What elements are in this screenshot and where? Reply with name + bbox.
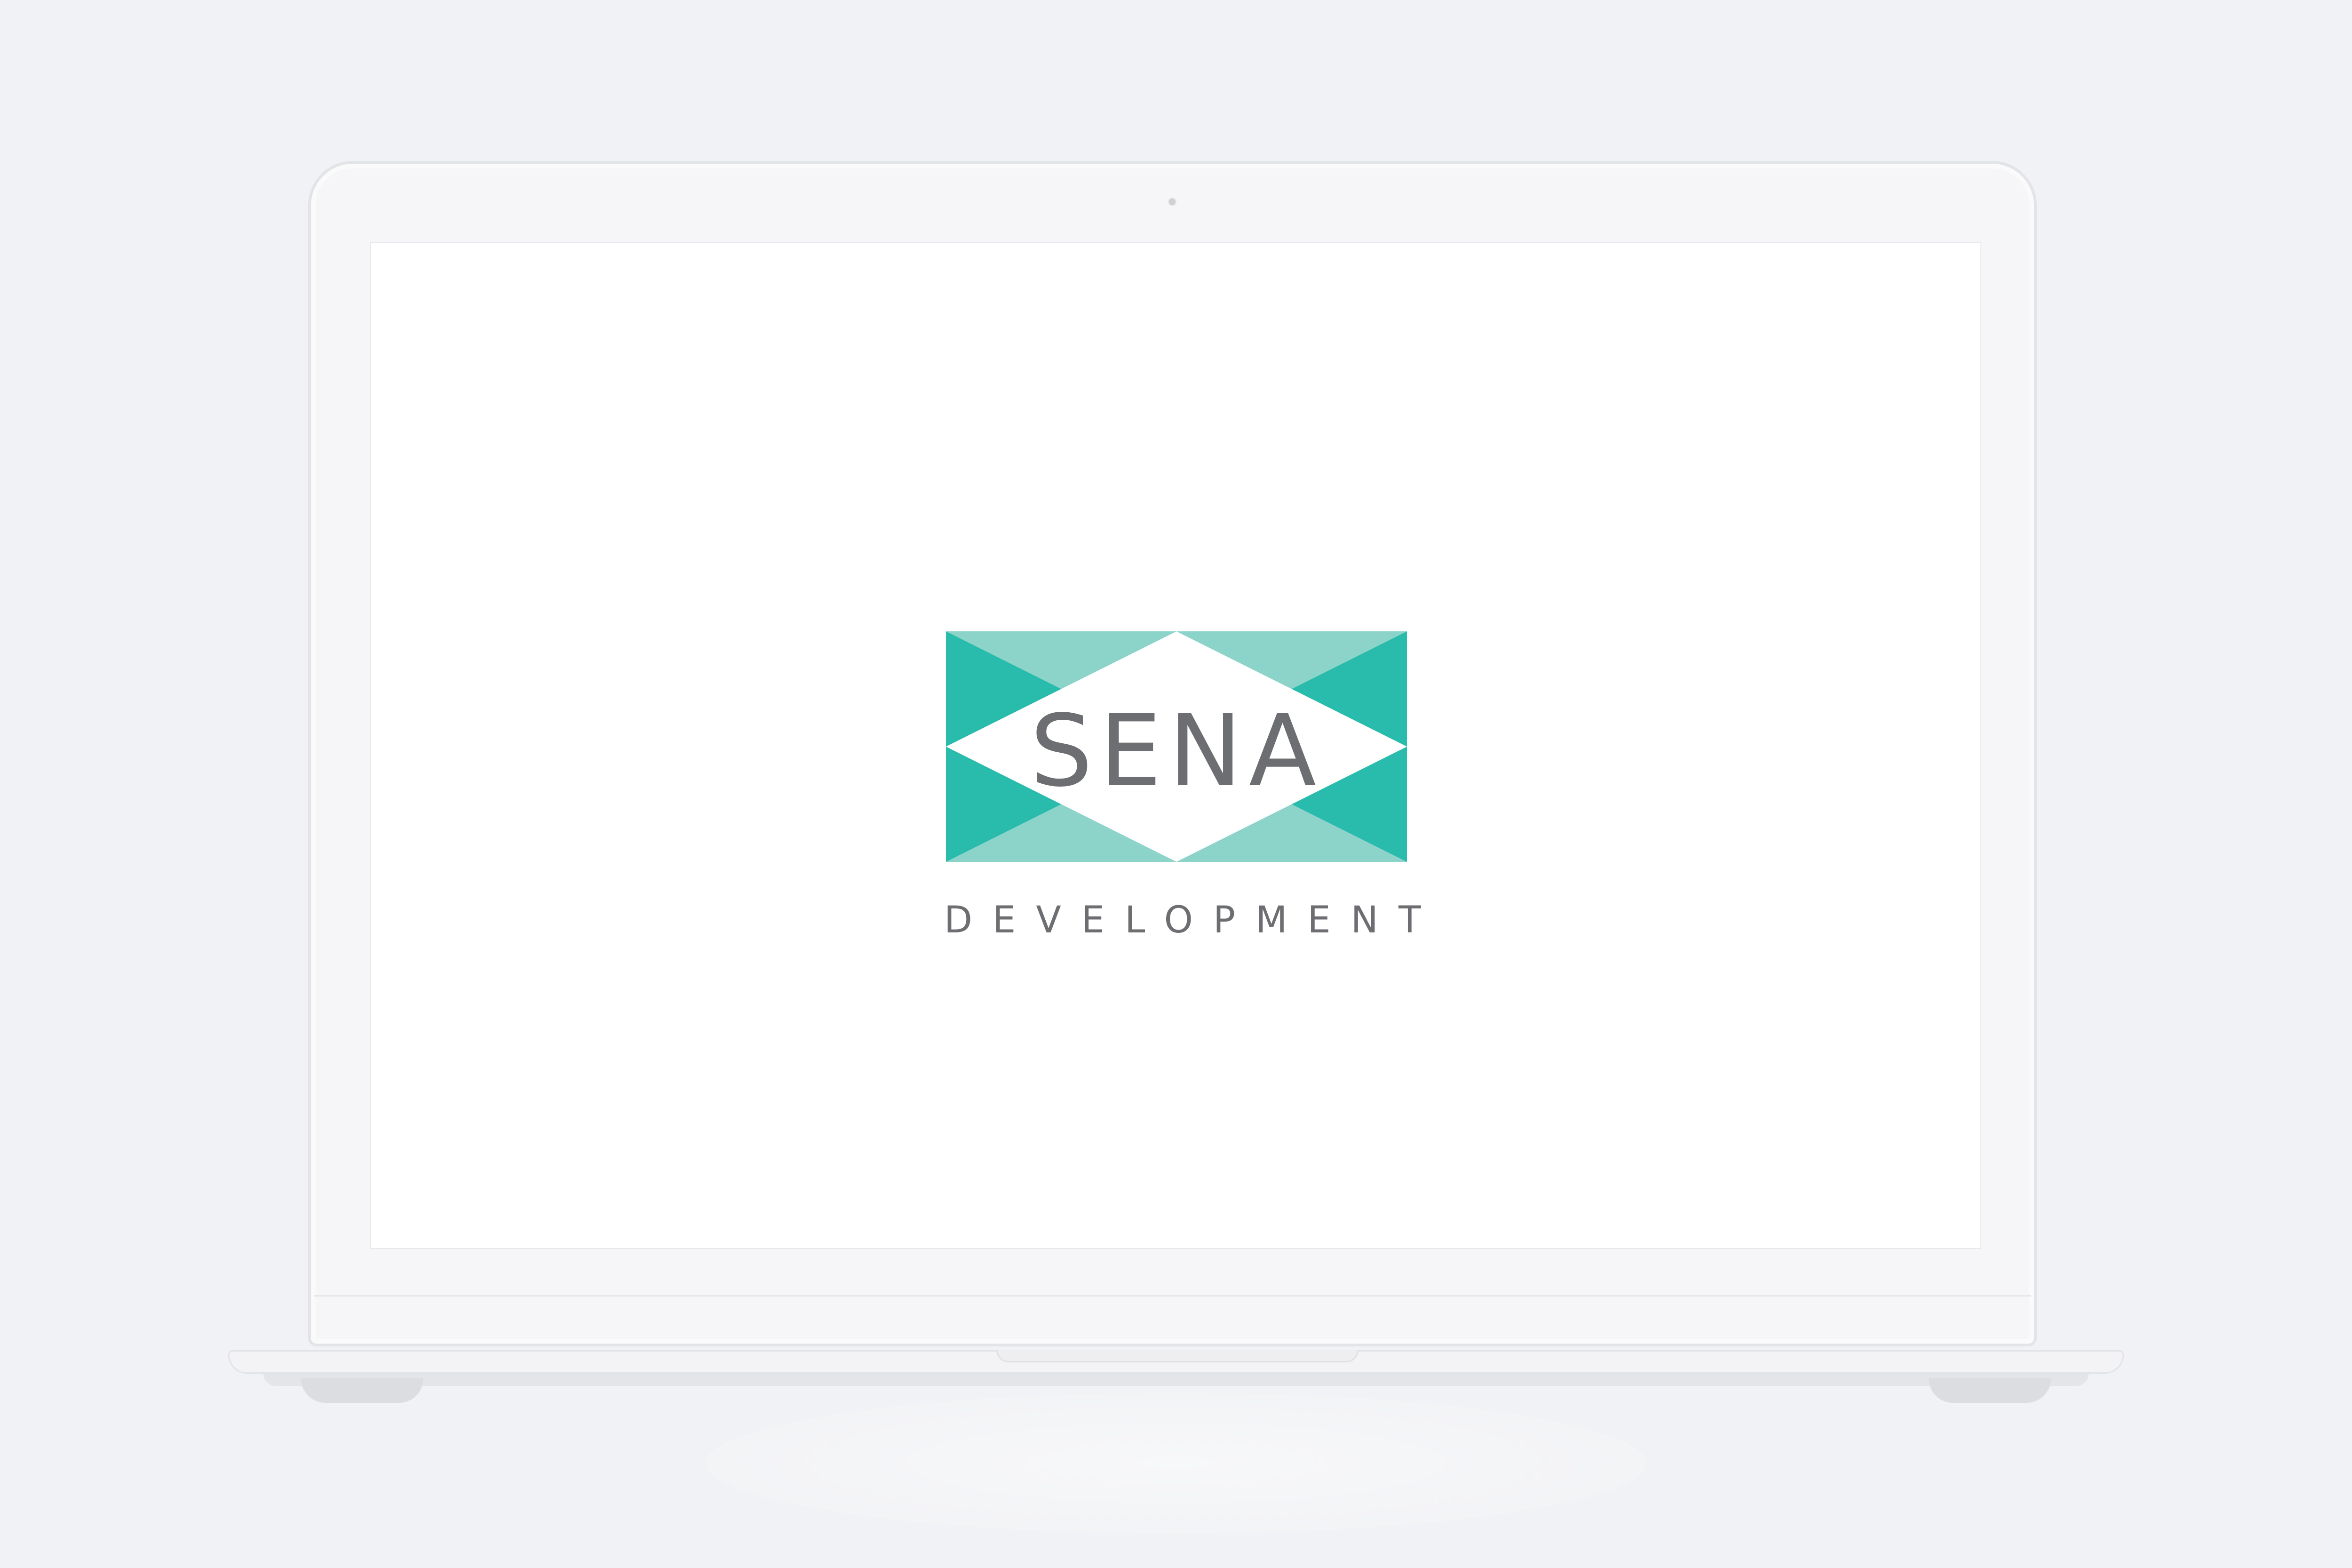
floor-reflection: [706, 1393, 1646, 1534]
lid-opening-notch: [996, 1350, 1359, 1362]
laptop-screen: SENA DEVELOPMENT: [370, 242, 1981, 1249]
sena-development-logo: SENA DEVELOPMENT: [944, 631, 1421, 939]
logo-tagline: DEVELOPMENT: [944, 899, 1441, 941]
laptop-base: [228, 1350, 2124, 1374]
logo-wordmark: SENA: [1030, 693, 1323, 809]
laptop-foot-right: [1929, 1378, 2051, 1403]
lid-chin-divider: [314, 1295, 2031, 1297]
base-shadow: [263, 1374, 2089, 1386]
mockup-stage: SENA DEVELOPMENT: [0, 0, 2352, 1568]
logo-word-wrap: SENA: [946, 631, 1407, 862]
laptop-foot-left: [301, 1378, 423, 1403]
webcam-icon: [1168, 198, 1176, 206]
